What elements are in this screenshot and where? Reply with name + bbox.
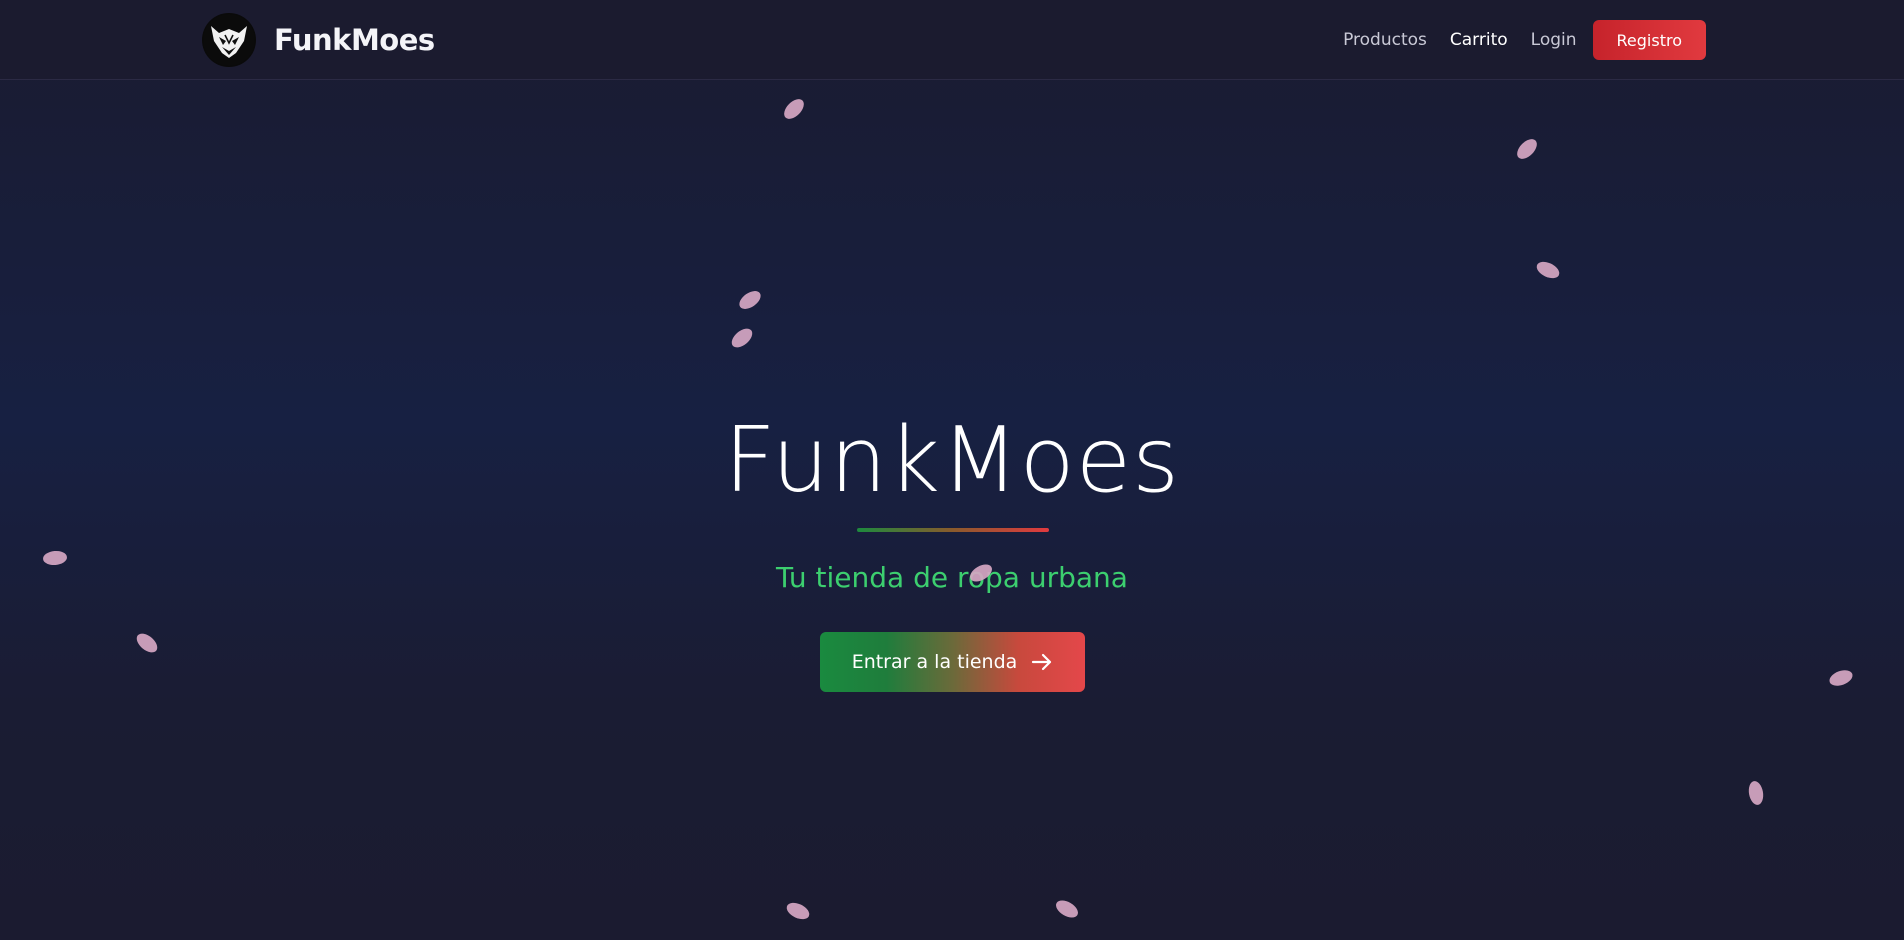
brand-name: FunkMoes: [274, 23, 435, 57]
nav-link-productos[interactable]: Productos: [1343, 30, 1427, 50]
wolf-logo-icon: [202, 13, 256, 67]
nav-link-login[interactable]: Login: [1531, 30, 1577, 50]
nav-link-carrito[interactable]: Carrito: [1450, 30, 1508, 50]
enter-store-label: Entrar a la tienda: [851, 651, 1018, 673]
register-button[interactable]: Registro: [1592, 20, 1706, 60]
main-nav: Productos Carrito Login Registro: [1343, 20, 1706, 60]
hero-title: FunkMoes: [723, 408, 1181, 513]
hero-subtitle: Tu tienda de ropa urbana: [776, 561, 1128, 594]
arrow-right-icon: [1031, 653, 1053, 671]
hero-section: FunkMoes Tu tienda de ropa urbana Entrar…: [0, 80, 1904, 940]
enter-store-button[interactable]: Entrar a la tienda: [820, 632, 1085, 692]
navbar: FunkMoes Productos Carrito Login Registr…: [0, 0, 1904, 80]
hero-divider: [857, 528, 1049, 532]
brand-home-link[interactable]: FunkMoes: [202, 13, 435, 67]
